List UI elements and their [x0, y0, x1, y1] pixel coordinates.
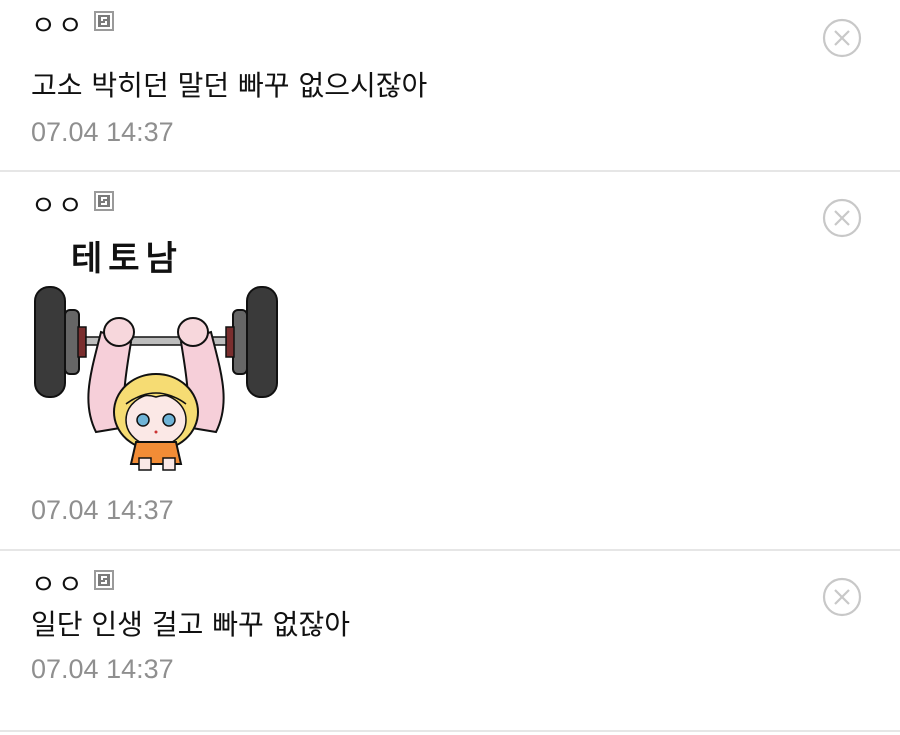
comment-date: 07.04 14:37 — [31, 117, 174, 147]
comment-item: ㅇㅇ 고소 박히던 말던 빠꾸 없으시잖아 07.04 14:37 — [0, 0, 900, 172]
gallog-icon[interactable] — [93, 10, 115, 32]
dccon-sticker-image[interactable]: 테토남 — [31, 232, 281, 472]
comment-text: 고소 박히던 말던 빠꾸 없으시잖아 — [31, 69, 428, 102]
delete-comment-button[interactable] — [822, 198, 862, 238]
gallog-icon[interactable] — [93, 569, 115, 591]
delete-comment-button[interactable] — [822, 577, 862, 617]
dccon-caption: 테토남 — [71, 239, 183, 279]
comment-item: ㅇㅇ 테토남 07.04 14:37 — [0, 172, 900, 551]
comment-author-row: ㅇㅇ — [31, 10, 115, 42]
gallog-icon[interactable] — [93, 190, 115, 212]
circle-x-icon — [822, 198, 862, 238]
comment-nickname[interactable]: ㅇㅇ — [31, 12, 85, 42]
comment-nickname[interactable]: ㅇㅇ — [31, 571, 85, 601]
comment-nickname[interactable]: ㅇㅇ — [31, 192, 85, 222]
comment-text: 일단 인생 걸고 빠꾸 없잖아 — [31, 608, 350, 641]
comment-author-row: ㅇㅇ — [31, 190, 115, 222]
circle-x-icon — [822, 18, 862, 58]
comment-date: 07.04 14:37 — [31, 654, 174, 684]
delete-comment-button[interactable] — [822, 18, 862, 58]
comment-date: 07.04 14:37 — [31, 495, 174, 525]
comment-item: ㅇㅇ 일단 인생 걸고 빠꾸 없잖아 07.04 14:37 — [0, 551, 900, 732]
comment-author-row: ㅇㅇ — [31, 569, 115, 601]
circle-x-icon — [822, 577, 862, 617]
